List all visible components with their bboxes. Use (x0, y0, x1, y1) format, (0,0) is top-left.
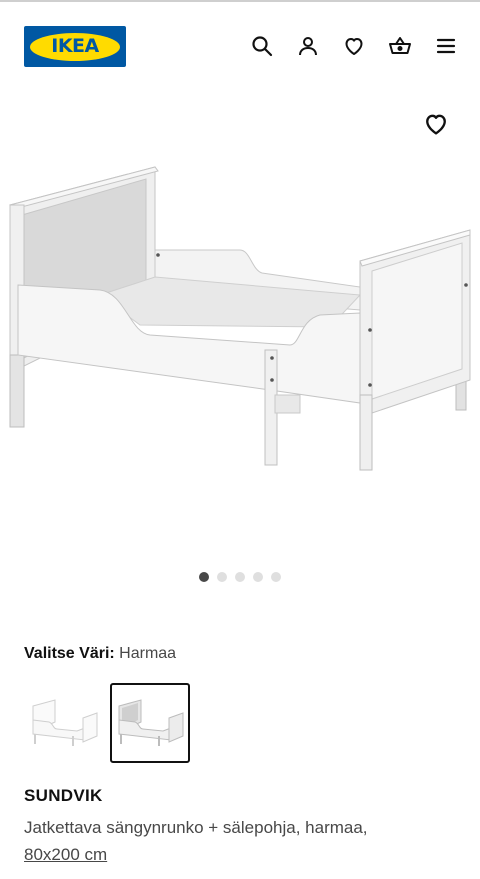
color-value: Harmaa (119, 645, 177, 662)
color-swatches (24, 683, 190, 763)
logo-oval: IKEA (30, 32, 120, 61)
header-actions (248, 32, 460, 60)
account-button[interactable] (294, 32, 322, 60)
menu-button[interactable] (432, 32, 460, 60)
ikea-logo[interactable]: IKEA (24, 26, 126, 67)
product-gallery[interactable] (0, 100, 480, 600)
gallery-dot[interactable] (271, 572, 281, 582)
gallery-dot[interactable] (217, 572, 227, 582)
product-name: SUNDVIK (24, 786, 103, 805)
logo-text: IKEA (51, 35, 99, 57)
product-image (9, 166, 471, 471)
gallery-dot[interactable] (235, 572, 245, 582)
user-icon (299, 37, 317, 56)
color-selector-label: Valitse Väri: Harmaa (24, 645, 176, 663)
basket-icon (389, 37, 411, 54)
heart-icon (426, 114, 446, 135)
swatch-grey[interactable] (110, 683, 190, 763)
basket-button[interactable] (386, 32, 414, 60)
gallery-pagination (0, 572, 480, 582)
heart-icon (345, 38, 363, 55)
wishlist-button[interactable] (340, 32, 368, 60)
swatch-white-image (32, 699, 98, 746)
site-header: IKEA (0, 2, 480, 90)
swatch-grey-image (118, 699, 184, 746)
gallery-dot[interactable] (199, 572, 209, 582)
color-label: Valitse Väri: (24, 645, 115, 662)
swatch-white[interactable] (24, 683, 104, 763)
search-icon (252, 36, 273, 57)
product-size-link[interactable]: 80x200 cm (24, 845, 107, 864)
product-description-block: Jatkettava sängynrunko + sälepohja, harm… (24, 814, 454, 868)
gallery-dot[interactable] (253, 572, 263, 582)
product-description: Jatkettava sängynrunko + sälepohja, harm… (24, 818, 368, 837)
add-to-favourites-button[interactable] (422, 110, 450, 138)
menu-icon (436, 38, 456, 54)
search-button[interactable] (248, 32, 276, 60)
